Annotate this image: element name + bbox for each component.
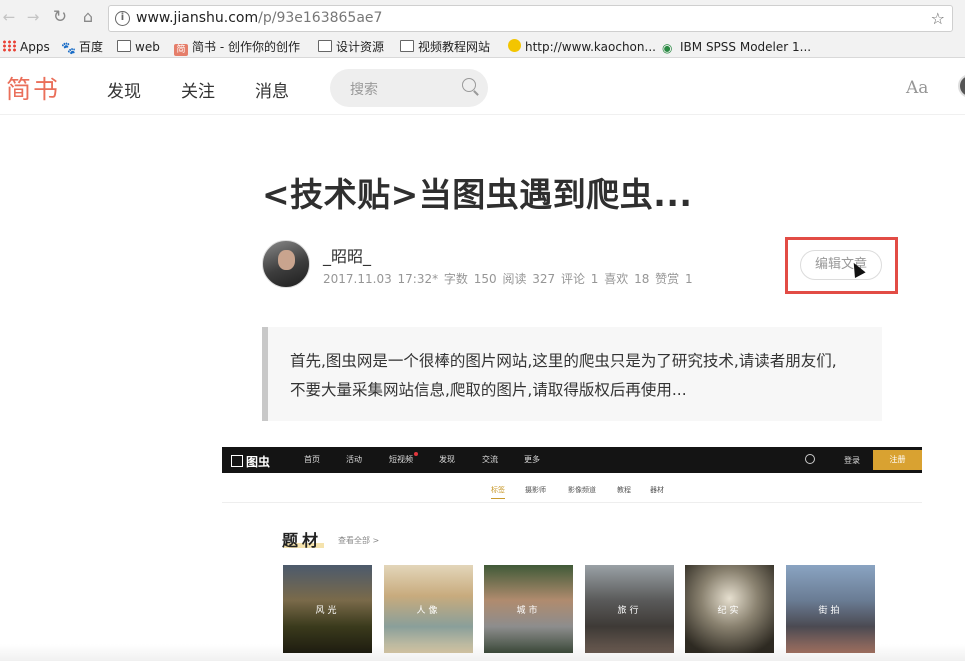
thumb-label: 旅行 xyxy=(617,606,642,616)
nav-discover[interactable]: 发现 xyxy=(107,77,141,102)
baidu-paw-icon: 🐾 xyxy=(61,41,76,55)
embedded-section-title: 题材 xyxy=(282,531,323,550)
embedded-nav-item: 更多 xyxy=(524,455,540,464)
bookmark-apps[interactable]: Apps xyxy=(2,38,50,56)
thumb-street: 街拍 xyxy=(786,565,875,653)
avatar[interactable] xyxy=(958,74,965,98)
bookmark-label: http://www.kaochon... xyxy=(525,40,656,54)
thumb-portrait: 人像 xyxy=(384,565,473,653)
reload-icon[interactable]: ↻ xyxy=(51,8,69,26)
address-bar[interactable]: i www.jianshu.com/p/93e163865ae7 ☆ xyxy=(108,5,953,32)
embedded-register: 注册 xyxy=(873,450,922,470)
search-icon xyxy=(805,454,815,464)
bookmark-jianshu[interactable]: 简简书 - 创作你的创作 xyxy=(174,38,300,56)
back-arrow-icon[interactable]: ← xyxy=(0,8,18,26)
thumb-landscape: 风光 xyxy=(283,565,372,653)
search-icon[interactable] xyxy=(462,78,476,92)
embedded-nav-item: 短视频 xyxy=(389,455,413,464)
embedded-tabs: 标签 摄影师 影像频道 教程 器材 xyxy=(222,473,922,503)
bookmark-baidu[interactable]: 🐾 百度 xyxy=(61,38,103,56)
thumb-documentary: 纪实 xyxy=(685,565,774,653)
smiley-icon xyxy=(508,39,521,52)
bookmark-label: web xyxy=(135,40,160,54)
bookmarks-bar: Apps 🐾 百度 web 简简书 - 创作你的创作 设计资源 视频教程网站 ht… xyxy=(0,36,965,58)
embedded-nav-item: 首页 xyxy=(304,455,320,464)
author-avatar[interactable] xyxy=(262,240,310,288)
embedded-nav-item: 发现 xyxy=(439,455,455,464)
thumb-travel: 旅行 xyxy=(585,565,674,653)
browser-toolbar: ← → ↻ ⌂ i www.jianshu.com/p/93e163865ae7… xyxy=(0,0,965,36)
article-blockquote: 首先,图虫网是一个很棒的图片网站,这里的爬虫只是为了研究技术,请读者朋友们, 不… xyxy=(262,327,882,421)
bottom-shadow xyxy=(0,644,965,661)
embedded-view-all: 查看全部 > xyxy=(338,536,380,545)
nav-follow[interactable]: 关注 xyxy=(181,77,215,102)
folder-icon xyxy=(318,40,332,52)
thumb-label: 纪实 xyxy=(717,606,742,616)
thumb-label: 风光 xyxy=(315,606,340,616)
home-icon[interactable]: ⌂ xyxy=(79,8,97,26)
highlight-annotation xyxy=(785,237,898,294)
jianshu-icon: 简 xyxy=(174,44,188,56)
url-path: /p/93e163865ae7 xyxy=(258,10,383,26)
red-dot-icon xyxy=(414,452,418,456)
url-host: www.jianshu.com xyxy=(136,10,259,26)
site-header: 简书 发现 关注 消息 搜索 Aa xyxy=(0,58,965,115)
font-settings-button[interactable]: Aa xyxy=(906,78,928,98)
bookmark-ibm[interactable]: ◉ IBM SPSS Modeler 1... xyxy=(662,38,811,56)
forward-arrow-icon[interactable]: → xyxy=(24,8,42,26)
url-text[interactable]: www.jianshu.com/p/93e163865ae7 xyxy=(136,10,382,26)
article-meta: 2017.11.03 17:32* 字数 150 阅读 327 评论 1 喜欢 … xyxy=(323,272,693,286)
embedded-nav-item: 活动 xyxy=(346,455,362,464)
ibm-icon: ◉ xyxy=(662,41,673,55)
embedded-nav-item: 交流 xyxy=(482,455,498,464)
embedded-tab: 摄影师 xyxy=(525,486,546,494)
bookmark-label: IBM SPSS Modeler 1... xyxy=(680,40,812,54)
folder-icon xyxy=(117,40,131,52)
search-input[interactable]: 搜索 xyxy=(330,69,488,107)
bookmark-video[interactable]: 视频教程网站 xyxy=(400,38,490,56)
bookmark-web[interactable]: web xyxy=(117,38,160,56)
embedded-tab: 器材 xyxy=(650,486,664,494)
embedded-tab: 标签 xyxy=(491,485,505,499)
quote-line-2: 不要大量采集网站信息,爬取的图片,请取得版权后再使用... xyxy=(290,381,687,399)
embedded-nav: 图虫 首页 活动 短视频 发现 交流 更多 登录 注册 xyxy=(222,447,922,473)
jianshu-logo[interactable]: 简书 xyxy=(6,70,60,106)
nav-messages[interactable]: 消息 xyxy=(255,77,289,102)
search-placeholder: 搜索 xyxy=(350,82,378,98)
bookmark-label: 设计资源 xyxy=(336,40,385,54)
article-title: <技术贴>当图虫遇到爬虫... xyxy=(262,175,693,214)
embedded-tab: 教程 xyxy=(617,486,631,494)
bookmark-star-icon[interactable]: ☆ xyxy=(931,9,945,28)
tuchong-logo: 图虫 xyxy=(231,453,270,470)
bookmark-label: 百度 xyxy=(79,40,104,54)
author-name[interactable]: _昭昭_ xyxy=(323,243,371,267)
thumb-label: 人像 xyxy=(416,606,441,616)
article-image[interactable]: 图虫 首页 活动 短视频 发现 交流 更多 登录 注册 标签 摄影师 影像频道 … xyxy=(222,447,922,661)
bookmark-label: Apps xyxy=(20,40,50,54)
quote-line-1: 首先,图虫网是一个很棒的图片网站,这里的爬虫只是为了研究技术,请读者朋友们, xyxy=(290,352,837,370)
bookmark-kaochong[interactable]: http://www.kaochon... xyxy=(508,38,656,56)
apps-grid-icon xyxy=(2,40,16,52)
bookmark-label: 简书 - 创作你的创作 xyxy=(192,40,300,54)
embedded-tab: 影像频道 xyxy=(568,486,596,494)
info-icon[interactable]: i xyxy=(115,11,130,26)
thumb-label: 街拍 xyxy=(818,606,843,616)
bookmark-label: 视频教程网站 xyxy=(418,40,491,54)
thumb-city: 城市 xyxy=(484,565,573,653)
bookmark-design[interactable]: 设计资源 xyxy=(318,38,384,56)
thumb-label: 城市 xyxy=(516,606,541,616)
embedded-login: 登录 xyxy=(844,456,860,465)
folder-icon xyxy=(400,40,414,52)
